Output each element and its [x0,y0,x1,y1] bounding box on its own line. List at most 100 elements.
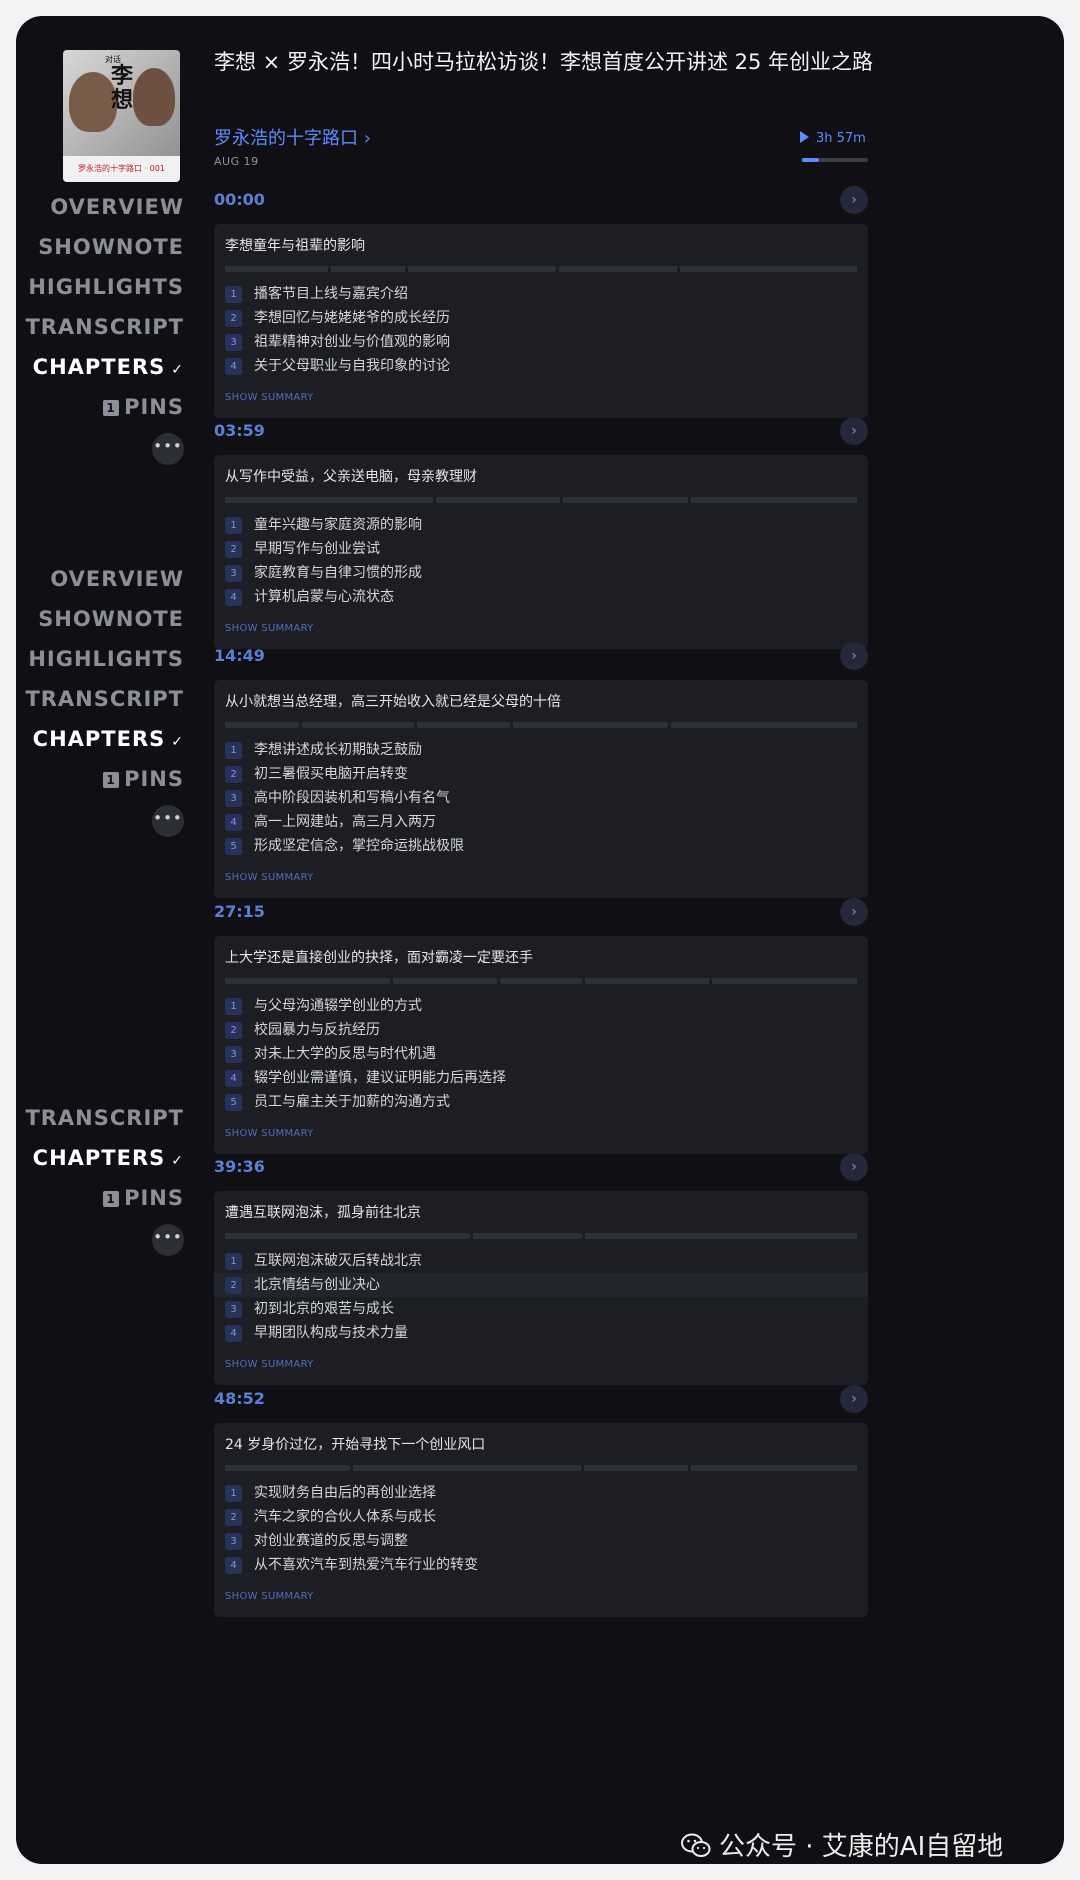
nav-item-overview[interactable]: OVERVIEW [16,559,184,599]
chapter-timestamp[interactable]: 03:59 [214,421,265,440]
timeline-segment[interactable] [331,266,406,272]
chapter-item[interactable]: 4 从不喜欢汽车到热爱汽车行业的转变 [214,1553,868,1577]
chapter-item[interactable]: 3 祖辈精神对创业与价值观的影响 [214,330,868,354]
show-summary-button[interactable]: SHOW SUMMARY [225,1128,314,1139]
chapter-timestamp[interactable]: 27:15 [214,902,265,921]
chevron-right-icon: › [851,1391,857,1407]
channel-link[interactable]: 罗永浩的十字路口 › [214,124,371,150]
chapter-item[interactable]: 1 互联网泡沫破灭后转战北京 [214,1249,868,1273]
timeline-segment[interactable] [352,1465,582,1471]
chapter-expand-button[interactable]: › [840,898,868,926]
chapter-item[interactable]: 1 童年兴趣与家庭资源的影响 [214,513,868,537]
section-nav: OVERVIEW SHOWNOTE HIGHLIGHTS TRANSCRIPT CHAP… [16,187,184,465]
timeline-segment[interactable] [690,1465,857,1471]
nav-item-pins[interactable]: 1 PINS [16,759,184,799]
timeline-segment[interactable] [408,266,556,272]
nav-item-shownote[interactable]: SHOWNOTE [16,227,184,267]
chapter-item[interactable]: 3 初到北京的艰苦与成长 [214,1297,868,1321]
timeline-segment[interactable] [417,722,510,728]
timeline-segment[interactable] [563,497,688,503]
chapter-item[interactable]: 2 李想回忆与姥姥姥爷的成长经历 [214,306,868,330]
chapter-item[interactable]: 4 关于父母职业与自我印象的讨论 [214,354,868,378]
timeline-segment[interactable] [712,978,857,984]
timeline-segment[interactable] [435,497,561,503]
chapter-item[interactable]: 3 对创业赛道的反思与调整 [214,1529,868,1553]
chapter-item[interactable]: 1 播客节目上线与嘉宾介绍 [214,282,868,306]
playback-progress[interactable] [802,158,868,162]
chapter-item[interactable]: 3 家庭教育与自律习惯的形成 [214,561,868,585]
show-summary-button[interactable]: SHOW SUMMARY [225,1359,314,1370]
play-duration-button[interactable]: 3h 57m [800,131,866,146]
show-summary-button[interactable]: SHOW SUMMARY [225,872,314,883]
timeline-segment[interactable] [225,722,300,728]
show-summary-button[interactable]: SHOW SUMMARY [225,392,314,403]
more-options-button[interactable]: ••• [152,433,184,465]
chapter-item[interactable]: 4 早期团队构成与技术力量 [214,1321,868,1345]
chapter-item[interactable]: 4 高一上网建站，高三月入两万 [214,810,868,834]
nav-item-transcript[interactable]: TRANSCRIPT [16,679,184,719]
episode-date: AUG 19 [214,155,259,168]
chapter-item[interactable]: 4 计算机启蒙与心流状态 [214,585,868,609]
timeline-segment[interactable] [499,978,583,984]
chapter-item[interactable]: 4 辍学创业需谨慎，建议证明能力后再选择 [214,1066,868,1090]
chapter-timestamp[interactable]: 39:36 [214,1157,265,1176]
timeline-segment[interactable] [671,722,857,728]
nav-item-pins[interactable]: 1 PINS [16,387,184,427]
nav-item-overview[interactable]: OVERVIEW [16,187,184,227]
timeline-segment[interactable] [472,1233,582,1239]
timeline-segment[interactable] [225,1233,470,1239]
chapter-item[interactable]: 3 高中阶段因装机和写稿小有名气 [214,786,868,810]
timeline-segment[interactable] [302,722,414,728]
timeline-segment[interactable] [558,266,677,272]
chapter-card: 从小就想当总经理，高三开始收入就已经是父母的十倍 1 李想讲述成长初期缺乏鼓励 2 初三… [214,680,868,898]
timeline-segment[interactable] [225,266,329,272]
nav-item-highlights[interactable]: HIGHLIGHTS [16,639,184,679]
timeline-segment[interactable] [225,1465,350,1471]
timeline-segment[interactable] [225,497,433,503]
nav-item-highlights[interactable]: HIGHLIGHTS [16,267,184,307]
chapter-item[interactable]: 2 早期写作与创业尝试 [214,537,868,561]
episode-cover[interactable]: 对话 李想 罗永浩的十字路口 · 001 [63,50,180,182]
timeline-segment[interactable] [679,266,857,272]
chapter-timestamp[interactable]: 48:52 [214,1389,265,1408]
chapter-item[interactable]: 5 形成坚定信念，掌控命运挑战极限 [214,834,868,858]
chapter-item[interactable]: 3 对未上大学的反思与时代机遇 [214,1042,868,1066]
chapter-item[interactable]: 2 北京情结与创业决心 [214,1273,868,1297]
timeline-segment[interactable] [225,978,391,984]
chapter-card: 遭遇互联网泡沫，孤身前往北京 1 互联网泡沫破灭后转战北京 2 北京情结与创业决心 3 初到… [214,1191,868,1385]
timeline-segment[interactable] [584,1465,688,1471]
chapter-item[interactable]: 2 汽车之家的合伙人体系与成长 [214,1505,868,1529]
timeline-segment[interactable] [393,978,497,984]
timeline-segment[interactable] [584,1233,857,1239]
chapter-expand-button[interactable]: › [840,186,868,214]
chapter-timestamp[interactable]: 14:49 [214,646,265,665]
chapter-item-label: 祖辈精神对创业与价值观的影响 [254,334,450,350]
chapter-item[interactable]: 1 与父母沟通辍学创业的方式 [214,994,868,1018]
nav-item-chapters[interactable]: CHAPTERS ✓ [16,719,184,759]
nav-item-pins[interactable]: 1 PINS [16,1178,184,1218]
wechat-icon [681,1833,711,1857]
nav-item-transcript[interactable]: TRANSCRIPT [16,1098,184,1138]
timeline-segment[interactable] [513,722,668,728]
chapter-expand-button[interactable]: › [840,1153,868,1181]
nav-item-chapters[interactable]: CHAPTERS ✓ [16,347,184,387]
chapter-expand-button[interactable]: › [840,417,868,445]
show-summary-button[interactable]: SHOW SUMMARY [225,623,314,634]
nav-item-chapters[interactable]: CHAPTERS ✓ [16,1138,184,1178]
chapter-item[interactable]: 1 李想讲述成长初期缺乏鼓励 [214,738,868,762]
timeline-segment[interactable] [690,497,857,503]
more-options-button[interactable]: ••• [152,1224,184,1256]
chapter-item-number: 4 [225,1325,242,1342]
chapter-expand-button[interactable]: › [840,1385,868,1413]
timeline-segment[interactable] [585,978,710,984]
chapter-item[interactable]: 5 员工与雇主关于加薪的沟通方式 [214,1090,868,1114]
chapter-item[interactable]: 2 校园暴力与反抗经历 [214,1018,868,1042]
nav-item-transcript[interactable]: TRANSCRIPT [16,307,184,347]
nav-item-shownote[interactable]: SHOWNOTE [16,599,184,639]
chapter-item[interactable]: 2 初三暑假买电脑开启转变 [214,762,868,786]
more-options-button[interactable]: ••• [152,805,184,837]
chapter-expand-button[interactable]: › [840,642,868,670]
chapter-item[interactable]: 1 实现财务自由后的再创业选择 [214,1481,868,1505]
chapter-timestamp[interactable]: 00:00 [214,190,265,209]
show-summary-button[interactable]: SHOW SUMMARY [225,1591,314,1602]
